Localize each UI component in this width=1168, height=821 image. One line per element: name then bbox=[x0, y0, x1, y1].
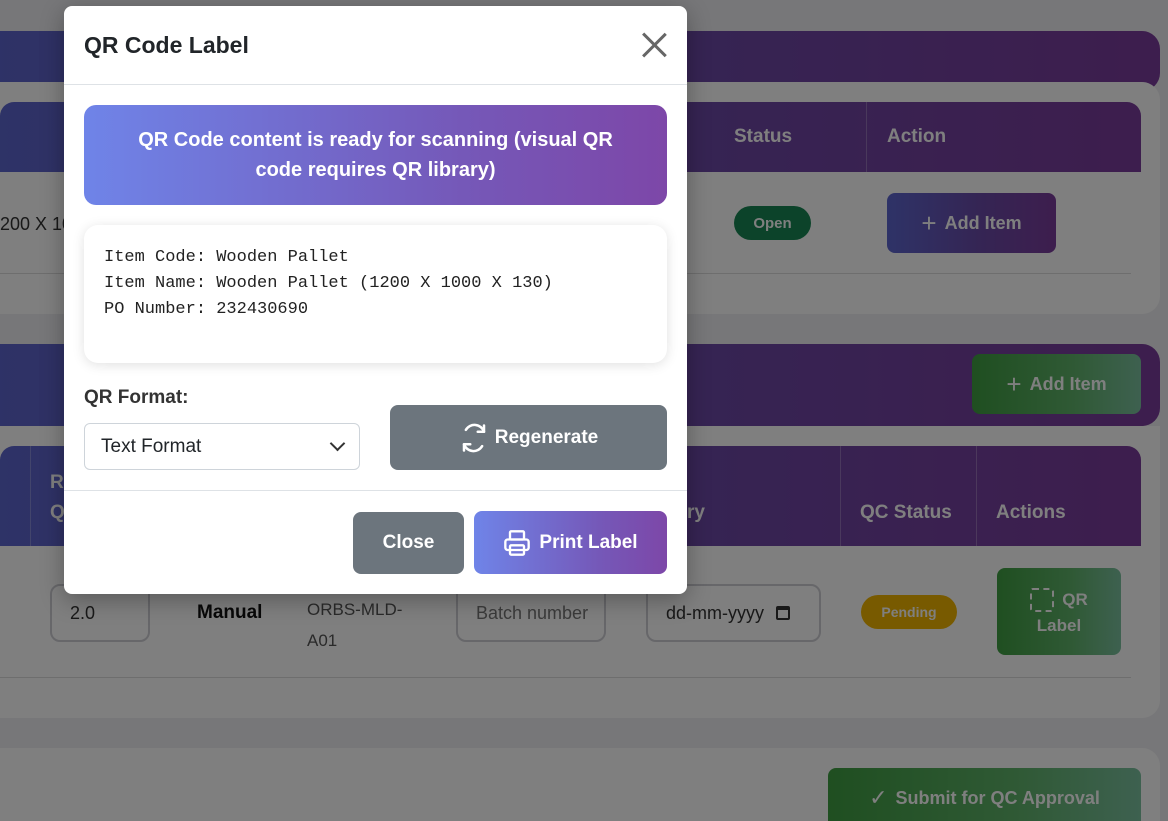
qr-format-value: Text Format bbox=[101, 435, 202, 457]
printer-icon bbox=[504, 529, 531, 556]
modal-header: QR Code Label bbox=[64, 6, 687, 85]
print-label-text: Print Label bbox=[539, 531, 638, 553]
qr-content-line: Item Name: Wooden Pallet (1200 X 1000 X … bbox=[104, 274, 553, 293]
close-icon[interactable] bbox=[641, 32, 667, 58]
close-button[interactable]: Close bbox=[353, 512, 464, 574]
qr-format-label: QR Format: bbox=[84, 387, 189, 408]
regenerate-button[interactable]: Regenerate bbox=[390, 405, 667, 470]
chevron-down-icon bbox=[329, 435, 346, 452]
print-label-button[interactable]: Print Label bbox=[474, 511, 667, 574]
regenerate-label: Regenerate bbox=[494, 426, 599, 448]
qr-content-line: Item Code: Wooden Pallet bbox=[104, 248, 349, 267]
qr-format-select[interactable]: Text Format bbox=[84, 423, 360, 470]
qr-content-line: PO Number: 232430690 bbox=[104, 300, 309, 319]
qr-code-label-modal: QR Code Label QR Code content is ready f… bbox=[64, 6, 687, 594]
refresh-icon bbox=[462, 423, 485, 452]
modal-title: QR Code Label bbox=[84, 31, 249, 58]
info-alert: QR Code content is ready for scanning (v… bbox=[84, 105, 667, 205]
qr-content-box: Item Code: Wooden Pallet Item Name: Wood… bbox=[84, 225, 667, 363]
